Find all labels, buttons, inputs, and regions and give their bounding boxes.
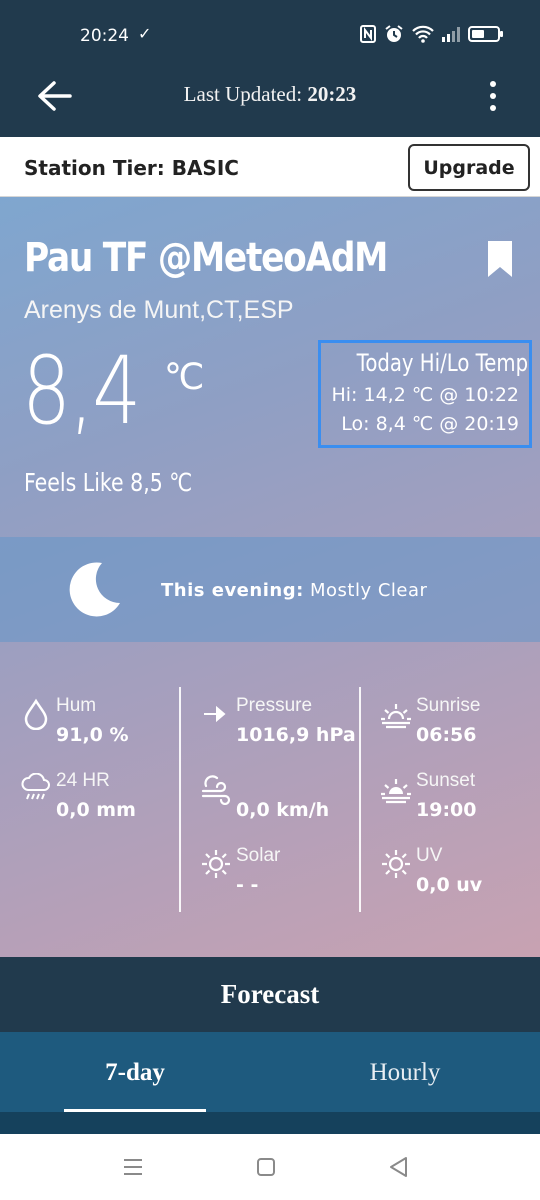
tab-hourly[interactable]: Hourly (270, 1032, 540, 1112)
signal-icon (442, 26, 460, 42)
sun-icon (202, 850, 230, 878)
current-temperature: 8,4 (22, 337, 141, 446)
sunrise-label: Sunrise (416, 695, 481, 716)
recent-apps-icon[interactable] (118, 1154, 148, 1180)
status-icons (360, 24, 503, 44)
droplet-icon (24, 698, 48, 730)
metric-humidity: Hum 91,0 % (20, 692, 190, 752)
temperature-unit: ℃ (164, 357, 205, 398)
forecast-tabs: 7-day Hourly (0, 1032, 540, 1112)
alarm-icon (385, 25, 403, 42)
battery-icon (468, 26, 503, 42)
metric-pressure: Pressure 1016,9 hPa (200, 692, 370, 752)
last-updated: Last Updated: 20:23 (0, 82, 540, 107)
system-navigation-bar (0, 1134, 540, 1200)
upgrade-button[interactable]: Upgrade (408, 144, 530, 191)
rain-value: 0,0 mm (56, 799, 136, 821)
last-updated-label: Last Updated: (183, 82, 308, 106)
nfc-icon (360, 25, 376, 43)
arrow-right-icon (204, 705, 226, 723)
pressure-label: Pressure (236, 695, 313, 716)
back-nav-icon[interactable] (384, 1154, 414, 1180)
metric-sunrise: Sunrise 06:56 (380, 692, 540, 752)
metrics-grid: Hum 91,0 % 24 HR 0,0 mm Pressure 1016,9 … (0, 642, 540, 957)
pressure-value: 1016,9 hPa (236, 724, 356, 746)
rain-cloud-icon (21, 773, 50, 800)
wind-value: 0,0 km/h (236, 799, 330, 821)
tab-7-day[interactable]: 7-day (0, 1032, 270, 1112)
wind-icon (201, 775, 231, 805)
wifi-icon (412, 25, 434, 43)
hi-temp: Hi: 14,2 ℃ @ 10:22 (331, 384, 519, 406)
solar-label: Solar (236, 845, 281, 866)
sunset-label: Sunset (416, 770, 476, 791)
humidity-value: 91,0 % (56, 724, 129, 746)
home-icon[interactable] (251, 1154, 281, 1180)
hi-lo-title: Today Hi/Lo Temp (356, 349, 529, 377)
solar-value: - - (236, 874, 259, 896)
uv-value: 0,0 uv (416, 874, 483, 896)
humidity-label: Hum (56, 695, 97, 716)
station-tier-label: Station Tier: BASIC (24, 156, 239, 180)
bookmark-icon[interactable] (488, 241, 512, 277)
lo-temp: Lo: 8,4 ℃ @ 20:19 (341, 413, 519, 435)
forecast-content-edge (0, 1112, 540, 1134)
sunset-value: 19:00 (416, 799, 477, 821)
evening-summary: This evening: Mostly Clear (161, 580, 427, 601)
last-updated-time: 20:23 (307, 82, 357, 106)
feels-like: Feels Like 8,5 ℃ (24, 468, 193, 497)
station-location: Arenys de Munt,CT,ESP (24, 296, 294, 324)
app-header: 20:24 ✓ Last Updated: 20:23 (0, 0, 540, 137)
station-tier-bar: Station Tier: BASIC Upgrade (0, 137, 540, 197)
check-icon: ✓ (138, 26, 152, 43)
sunrise-icon (381, 704, 411, 729)
more-options-icon[interactable] (486, 78, 500, 114)
metric-rain: 24 HR 0,0 mm (20, 767, 190, 827)
status-time: 20:24 (80, 26, 129, 46)
rain-label: 24 HR (56, 770, 110, 791)
station-name: Pau TF @MeteoAdM (24, 235, 388, 281)
current-conditions: Pau TF @MeteoAdM Arenys de Munt,CT,ESP 8… (0, 197, 540, 957)
evening-forecast: This evening: Mostly Clear (0, 537, 540, 642)
evening-label: This evening: (161, 580, 304, 601)
evening-condition: Mostly Clear (303, 580, 428, 601)
today-hi-lo-box[interactable]: Today Hi/Lo Temp Hi: 14,2 ℃ @ 10:22 Lo: … (318, 340, 532, 448)
metric-uv: UV 0,0 uv (380, 842, 540, 902)
sunset-icon (381, 779, 411, 804)
uv-sun-icon (382, 850, 410, 878)
metric-wind: 0,0 km/h (200, 767, 370, 827)
sunrise-value: 06:56 (416, 724, 477, 746)
status-bar: 20:24 ✓ (0, 0, 540, 72)
metric-solar: Solar - - (200, 842, 370, 902)
forecast-title: Forecast (0, 957, 540, 1032)
metric-sunset: Sunset 19:00 (380, 767, 540, 827)
uv-label: UV (416, 845, 443, 866)
moon-icon (69, 562, 120, 617)
